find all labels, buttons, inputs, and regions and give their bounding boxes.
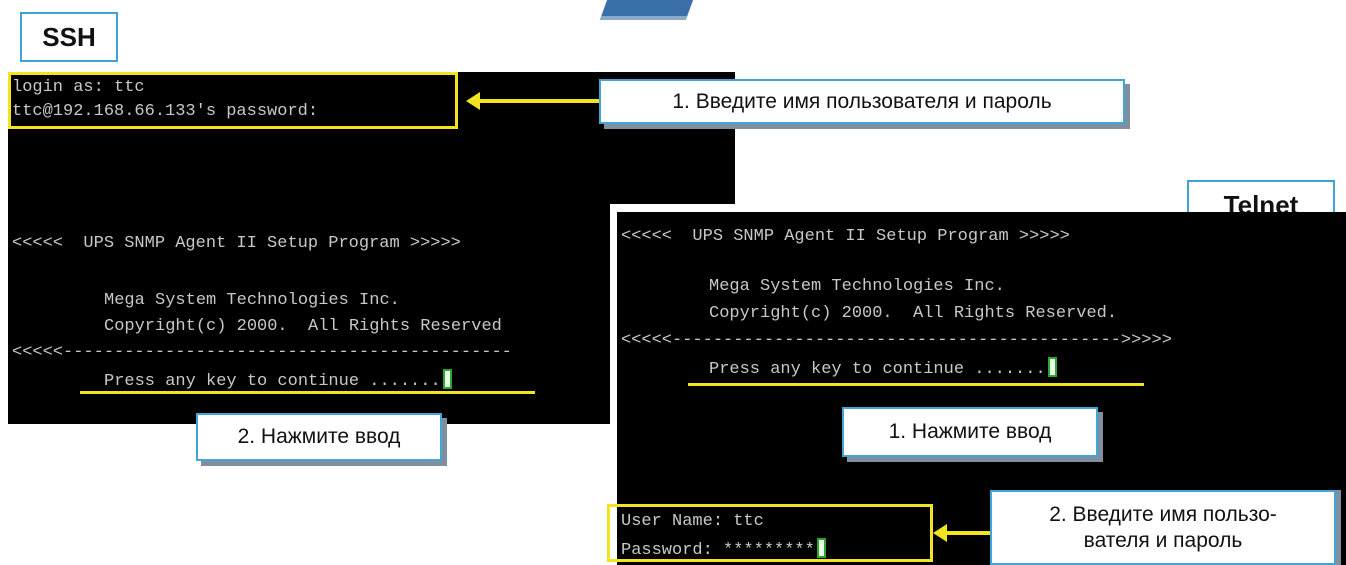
telnet-banner-line: <<<<< UPS SNMP Agent II Setup Program >>… [621,227,1070,246]
telnet-callout-login-line1: 2. Введите имя пользо- [1049,502,1277,526]
telnet-login-arrow [933,524,990,542]
telnet-separator-line: <<<<<-----------------------------------… [621,331,1172,350]
ssh-callout-login-text: 1. Введите имя пользователя и пароль [672,89,1052,113]
ssh-cursor [442,369,452,389]
ssh-separator-line: <<<<<-----------------------------------… [12,343,512,362]
telnet-callout-enter: 1. Нажмите ввод [842,407,1098,457]
telnet-company-line: Mega System Technologies Inc. [709,277,1005,296]
telnet-prompt-underline [688,383,1144,386]
ssh-company-line: Mega System Technologies Inc. [104,291,400,310]
ssh-prompt-underline [80,391,535,394]
decorative-header-tab [599,0,699,20]
telnet-prompt-line: Press any key to continue ....... [709,357,1057,380]
ssh-login-arrow [466,92,600,110]
ssh-callout-enter-text: 2. Нажмите ввод [237,425,401,448]
ssh-copyright-line: Copyright(c) 2000. All Rights Reserved [104,317,502,336]
ssh-prompt-text: Press any key to continue ....... [104,372,441,391]
telnet-login-highlight [607,504,933,562]
telnet-callout-enter-text: 1. Нажмите ввод [888,420,1052,443]
telnet-prompt-cursor [1047,357,1057,377]
telnet-prompt-text: Press any key to continue ....... [709,360,1046,379]
ssh-prompt-line: Press any key to continue ....... [104,369,452,392]
telnet-callout-login-line2: вателя и пароль [1083,528,1243,552]
telnet-callout-login: 2. Введите имя пользо- вателя и пароль [990,490,1336,565]
ssh-label-text: SSH [42,21,96,52]
ssh-login-highlight [8,72,458,129]
ssh-label: SSH [20,12,118,62]
telnet-copyright-line: Copyright(c) 2000. All Rights Reserved. [709,304,1118,323]
ssh-callout-enter: 2. Нажмите ввод [196,413,442,461]
ssh-banner-line: <<<<< UPS SNMP Agent II Setup Program >>… [12,234,461,253]
ssh-callout-login: 1. Введите имя пользователя и пароль [599,79,1125,124]
